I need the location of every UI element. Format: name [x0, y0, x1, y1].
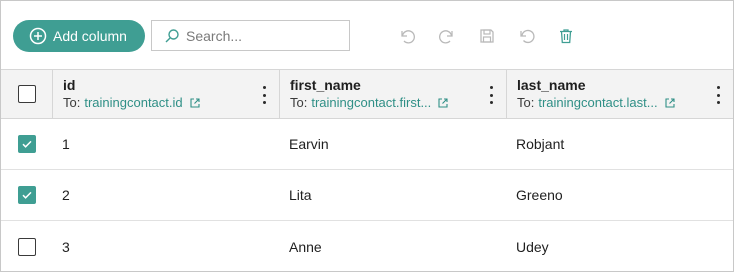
cell-first-name[interactable]: Anne: [289, 221, 322, 271]
cell-id[interactable]: 1: [62, 119, 70, 169]
search-box[interactable]: [151, 20, 350, 51]
cell-first-name[interactable]: Lita: [289, 170, 312, 220]
mapping-target-link[interactable]: trainingcontact.first...: [311, 94, 431, 112]
column-mapping: To: trainingcontact.id: [63, 94, 201, 112]
column-mapping: To: trainingcontact.first...: [290, 94, 449, 112]
column-header-first-name[interactable]: first_name To: trainingcontact.first...: [279, 70, 506, 118]
row-select-cell: [1, 119, 52, 169]
column-name: id: [63, 77, 76, 93]
table-row[interactable]: 3 Anne Udey: [1, 221, 733, 271]
save-icon: [478, 27, 496, 45]
mapping-to-label: To:: [517, 95, 535, 110]
delete-icon: [557, 27, 575, 45]
row-select-cell: [1, 170, 52, 220]
delete-button[interactable]: [556, 26, 576, 46]
redo-icon: [438, 27, 456, 45]
mapping-to-label: To:: [290, 95, 308, 110]
row-checkbox[interactable]: [17, 237, 36, 256]
cell-id[interactable]: 2: [62, 170, 70, 220]
checkmark-icon: [21, 140, 32, 148]
column-menu-button[interactable]: [488, 86, 494, 104]
data-grid-panel: Add column Search... id To: trainingcont…: [0, 0, 734, 272]
external-link-icon[interactable]: [189, 97, 201, 109]
select-all-checkbox[interactable]: [17, 85, 36, 103]
toolbar: Add column: [1, 1, 733, 69]
mapping-to-label: To:: [63, 95, 81, 110]
cell-last-name[interactable]: Robjant: [516, 119, 564, 169]
undo-icon: [398, 27, 416, 45]
cell-first-name[interactable]: Earvin: [289, 119, 329, 169]
row-checkbox[interactable]: [17, 135, 36, 153]
column-menu-button[interactable]: [715, 86, 721, 104]
cell-id[interactable]: 3: [62, 221, 70, 271]
column-header-id[interactable]: id To: trainingcontact.id: [52, 70, 279, 118]
checkmark-icon: [21, 191, 32, 199]
table-row[interactable]: 1 Earvin Robjant: [1, 119, 733, 170]
table-header-row: id To: trainingcontact.id first_name To:…: [1, 69, 733, 119]
cell-last-name[interactable]: Udey: [516, 221, 549, 271]
save-button[interactable]: [477, 26, 497, 46]
table-row[interactable]: 2 Lita Greeno: [1, 170, 733, 221]
column-name: first_name: [290, 77, 361, 93]
external-link-icon[interactable]: [437, 97, 449, 109]
row-select-cell: [1, 221, 52, 271]
plus-circle-icon: [29, 27, 47, 45]
select-all-cell: [1, 70, 52, 118]
column-name: last_name: [517, 77, 586, 93]
column-mapping: To: trainingcontact.last...: [517, 94, 676, 112]
row-checkbox[interactable]: [17, 186, 36, 204]
cell-last-name[interactable]: Greeno: [516, 170, 563, 220]
redo-button[interactable]: [437, 26, 457, 46]
search-input[interactable]: [186, 27, 346, 44]
search-icon: [164, 28, 180, 44]
external-link-icon[interactable]: [664, 97, 676, 109]
column-header-last-name[interactable]: last_name To: trainingcontact.last...: [506, 70, 733, 118]
mapping-target-link[interactable]: trainingcontact.last...: [538, 94, 657, 112]
add-column-button[interactable]: Add column: [13, 20, 145, 52]
refresh-icon: [518, 27, 536, 45]
undo-button[interactable]: [397, 26, 417, 46]
refresh-button[interactable]: [517, 26, 537, 46]
column-menu-button[interactable]: [261, 86, 267, 104]
add-column-label: Add column: [53, 28, 127, 44]
data-table: id To: trainingcontact.id first_name To:…: [1, 69, 733, 271]
mapping-target-link[interactable]: trainingcontact.id: [84, 94, 182, 112]
